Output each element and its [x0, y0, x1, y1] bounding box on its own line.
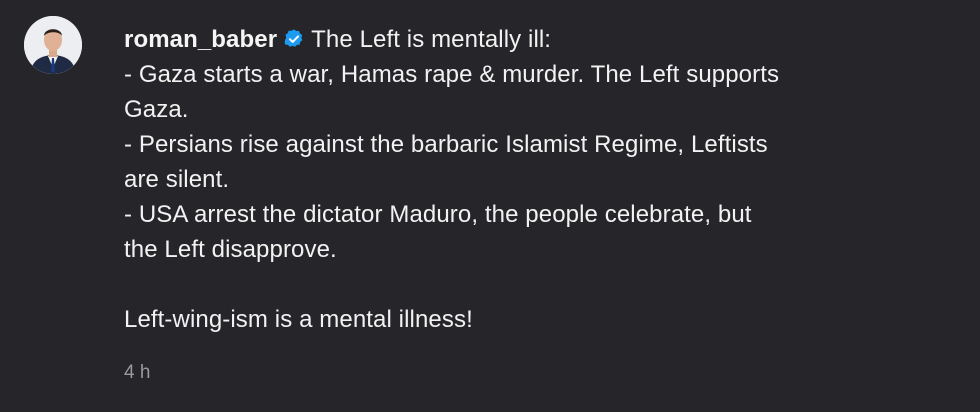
comment-first-line: The Left is mentally ill:: [311, 26, 552, 53]
comment-line: - Gaza starts a war, Hamas rape & murder…: [124, 61, 780, 88]
comment-timestamp[interactable]: 4 h: [124, 362, 150, 384]
comment-line: Gaza.: [124, 96, 189, 123]
comment-line: - USA arrest the dictator Maduro, the pe…: [124, 201, 752, 228]
comment-closing-line: Left-wing-ism is a mental illness!: [124, 306, 473, 333]
author-line: roman_baber The Left is mentally ill:: [124, 22, 944, 57]
author-name[interactable]: roman_baber: [124, 26, 277, 53]
comment-line: are silent.: [124, 166, 230, 193]
comment-text: roman_baber The Left is mentally ill: - …: [124, 22, 944, 337]
comment-line: - Persians rise against the barbaric Isl…: [124, 131, 768, 158]
comment-line: the Left disapprove.: [124, 236, 337, 263]
verified-badge-icon: [284, 29, 303, 47]
avatar[interactable]: [24, 16, 82, 74]
comment-body: roman_baber The Left is mentally ill: - …: [124, 22, 944, 337]
comment: roman_baber The Left is mentally ill: - …: [0, 0, 980, 412]
